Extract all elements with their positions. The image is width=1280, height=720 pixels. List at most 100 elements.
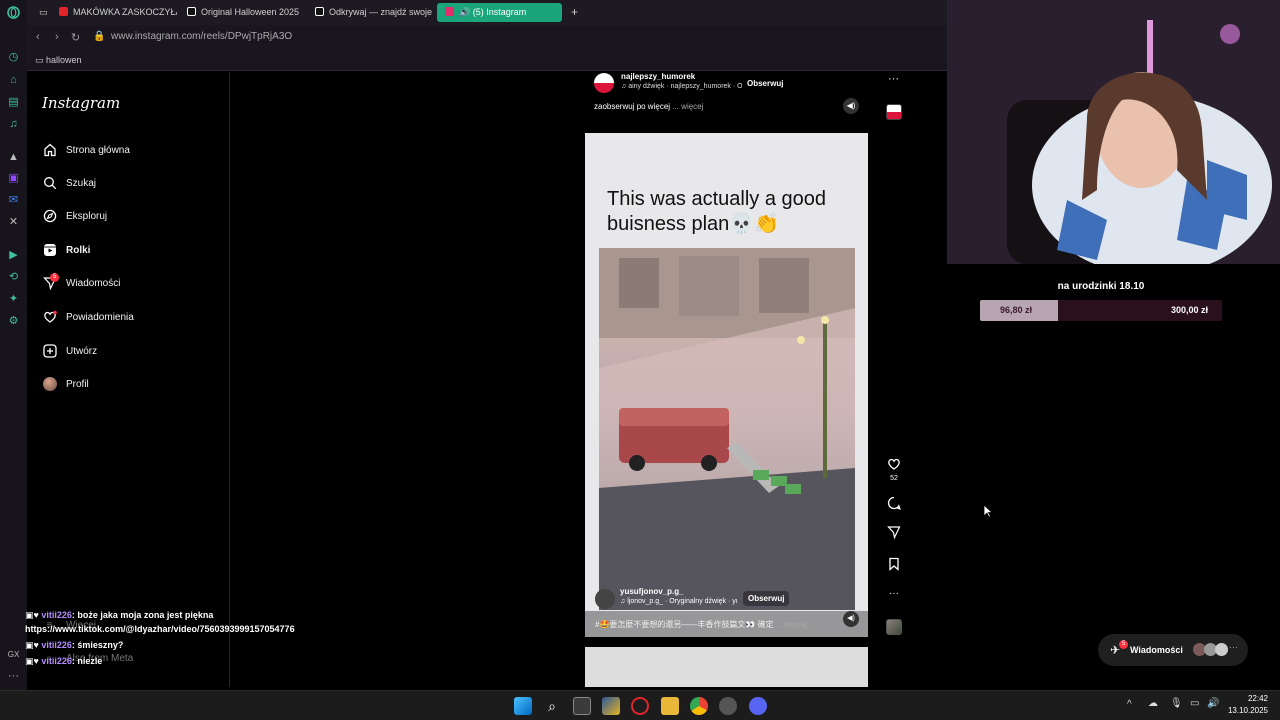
inner-audio: ♫ ljonov_p.g_ · Oryginalny dźwięk · yı xyxy=(620,598,738,605)
tab-makowka[interactable]: MAKÓWKA ZASKOCZYŁA xyxy=(51,3,177,22)
nav-label: Eksploruj xyxy=(66,210,108,222)
shopping-icon[interactable]: ⌂ xyxy=(7,74,20,87)
inner-description-text: #🤩要怎麼不要想的還另——丰香作鼓篇文👀 確定 xyxy=(595,620,774,629)
network-icon[interactable]: ▭ xyxy=(1190,698,1199,709)
reel-video[interactable]: This was actually a good buisness plan💀👏… xyxy=(585,133,868,637)
forward-icon[interactable]: › xyxy=(55,31,59,43)
chat-message: ▣♥ vitii226: niezle xyxy=(25,656,102,667)
reload-icon[interactable]: ↻ xyxy=(71,31,80,44)
nav-label: Profil xyxy=(66,378,89,390)
save-button[interactable] xyxy=(886,557,902,574)
reel-description: zaobserwuj po więcej ... więcej xyxy=(594,102,703,111)
bookmark-folder-hallowen[interactable]: ▭ hallowen xyxy=(35,55,82,66)
chat-text: : niezle xyxy=(71,656,103,666)
extensions-icon[interactable]: ✦ xyxy=(7,293,20,306)
inner-audio-label: ljonov_p.g_ · Oryginalny dźwięk · yı xyxy=(627,598,738,605)
discord-icon[interactable] xyxy=(749,697,767,715)
new-tab-button[interactable]: + xyxy=(563,3,581,22)
notification-badge: 5 xyxy=(50,272,59,282)
nav-explore[interactable]: Eksploruj xyxy=(42,206,107,226)
opera-gx-icon[interactable] xyxy=(631,697,649,715)
search-icon[interactable]: ⌕ xyxy=(543,697,561,715)
x-icon[interactable]: ✕ xyxy=(7,216,20,229)
tab-bar: ▭ MAKÓWKA ZASKOCZYŁA Original Halloween … xyxy=(27,0,947,25)
chrome-icon[interactable] xyxy=(690,697,708,715)
inner-mute-icon: ◀) xyxy=(843,611,859,627)
messenger-icon[interactable]: ✉ xyxy=(7,194,20,207)
chat-message: ▣♥ vitii226: śmieszny? xyxy=(25,640,123,651)
chat-username: vitii226 xyxy=(41,640,72,650)
reel-author-avatar[interactable] xyxy=(594,73,614,93)
clock-date[interactable]: 13.10.2025 xyxy=(1228,706,1268,715)
reel-audio-label: ainy dźwięk · najlepszy_humorek · O xyxy=(628,83,743,90)
tab-label: Odkrywaj — znajdź swoje xyxy=(329,7,433,17)
nav-messages[interactable]: 5 Wiadomości xyxy=(42,272,120,293)
nav-home[interactable]: Strona główna xyxy=(42,140,130,160)
reel-more-link[interactable]: ... więcej xyxy=(672,102,703,111)
nav-reels[interactable]: Rolki xyxy=(42,240,90,260)
tab-odkrywaj[interactable]: Odkrywaj — znajdź swoje xyxy=(307,3,435,22)
opera-logo-icon[interactable] xyxy=(7,6,20,19)
audio-thumbnail[interactable] xyxy=(886,104,902,120)
chat-username: vitii226 xyxy=(41,656,72,666)
follow-button[interactable]: Obserwuj xyxy=(742,76,789,91)
audio-thumbnail-bottom[interactable] xyxy=(886,619,902,635)
steam-icon[interactable] xyxy=(719,697,737,715)
share-button[interactable] xyxy=(886,525,902,542)
chat-text: : śmieszny? xyxy=(71,640,124,650)
send-icon xyxy=(887,526,901,540)
heart-icon xyxy=(42,310,57,325)
reel-author[interactable]: najlepszy_humorek xyxy=(621,72,695,81)
music-icon[interactable]: ♫ xyxy=(7,118,20,131)
nav-search[interactable]: Szukaj xyxy=(42,173,96,193)
twitch-icon[interactable]: ▣ xyxy=(7,172,20,185)
volume-icon[interactable]: 🔊 xyxy=(1207,698,1219,709)
instagram-icon xyxy=(445,7,454,16)
nav-profile[interactable]: Profil xyxy=(42,374,89,394)
tiktok-icon xyxy=(315,7,324,16)
more-icon: ··· xyxy=(1229,642,1238,652)
speed-dial-icon[interactable]: ◷ xyxy=(7,51,20,64)
chat-badge-icon: ▣♥ xyxy=(25,656,42,666)
cloud-icon[interactable]: ☁ xyxy=(1148,698,1158,709)
reel-audio[interactable]: ♫ ainy dźwięk · najlepszy_humorek · O xyxy=(621,83,743,90)
avatar xyxy=(1215,643,1228,656)
tab-switcher-icon[interactable]: ▭ xyxy=(31,3,49,22)
mute-icon[interactable]: ◀) xyxy=(843,98,859,114)
heart-icon xyxy=(888,458,900,470)
comment-button[interactable] xyxy=(886,496,902,513)
nav-label: Szukaj xyxy=(66,177,97,189)
like-button[interactable] xyxy=(886,457,902,474)
clock-time[interactable]: 22:42 xyxy=(1248,694,1268,703)
messages-pill[interactable]: ✈ 5 Wiadomości ··· xyxy=(1098,634,1248,666)
app-icon[interactable] xyxy=(602,697,620,715)
url-field[interactable]: www.instagram.com/reels/DPwjTpRjA3O xyxy=(111,31,292,42)
more-options-icon[interactable]: ··· xyxy=(888,73,899,85)
microphone-icon[interactable]: 🎙 xyxy=(1170,698,1183,709)
task-view-icon[interactable] xyxy=(573,697,591,715)
nav-label: Utwórz xyxy=(66,345,98,357)
next-reel-preview[interactable] xyxy=(585,647,868,687)
instagram-logo[interactable]: Instagram xyxy=(42,94,120,112)
reel-options-icon[interactable]: ··· xyxy=(886,588,902,599)
sidebar-more-icon[interactable]: ··· xyxy=(7,670,20,683)
history-icon[interactable]: ⟲ xyxy=(7,271,20,284)
tab-halloween[interactable]: Original Halloween 2025 xyxy=(179,3,305,22)
bookmark-label: hallowen xyxy=(46,55,82,65)
compass-icon xyxy=(42,209,57,224)
nav-notifications[interactable]: Powiadomienia xyxy=(42,307,134,327)
inner-author: yusufjonov_p.g_ xyxy=(620,587,684,596)
instagram-sidebar: Instagram Strona główna Szukaj Eksploruj… xyxy=(27,72,230,687)
tab-instagram[interactable]: 🔊 (5) Instagram xyxy=(437,3,562,22)
settings-icon[interactable]: ⚙ xyxy=(7,315,20,328)
back-icon[interactable]: ‹ xyxy=(36,31,40,43)
gx-corner-icon[interactable]: GX xyxy=(7,648,20,661)
wallet-icon[interactable]: ▤ xyxy=(7,96,20,109)
arrow-icon[interactable]: ▲ xyxy=(7,151,20,164)
start-icon[interactable] xyxy=(514,697,532,715)
tray-expand-icon[interactable]: ^ xyxy=(1127,699,1132,710)
player-icon[interactable]: ▶ xyxy=(7,249,20,262)
nav-create[interactable]: Utwórz xyxy=(42,341,97,361)
file-explorer-icon[interactable] xyxy=(661,697,679,715)
nav-label: Strona główna xyxy=(66,144,130,156)
